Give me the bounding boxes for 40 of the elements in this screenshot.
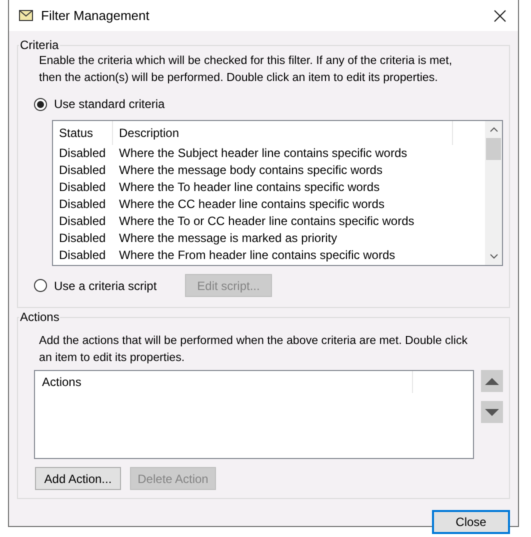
description-cell-text: Where the message is marked as priority (118, 230, 338, 247)
description-cell-text: Where the CC header line contains specific words (118, 196, 386, 213)
close-icon[interactable] (494, 10, 506, 22)
status-cell-text: Disabled (58, 230, 107, 247)
close-button[interactable]: Close (432, 510, 510, 534)
radio-label[interactable]: Use a criteria script (54, 278, 178, 292)
scroll-down-icon[interactable] (490, 254, 498, 259)
description-cell-text: Where the To or CC header line contains specific words (118, 213, 416, 230)
column-header[interactable]: Actions (35, 371, 413, 393)
radio-button[interactable] (34, 98, 47, 110)
scrollbar[interactable] (485, 121, 502, 265)
description-cell-text: Where the To header line contains specific words (118, 179, 381, 196)
window-title: Filter Management (41, 8, 150, 23)
status-cell-text: Disabled (58, 179, 107, 196)
radio-button[interactable] (34, 279, 47, 292)
add-action-button[interactable]: Add Action... (35, 467, 121, 490)
criteria-list[interactable] (52, 120, 503, 266)
description-cell-text: Where the message body contains specific words (118, 162, 384, 179)
status-cell-text: Disabled (58, 213, 107, 230)
status-cell-text: Disabled (58, 145, 107, 162)
status-cell-text: Disabled (58, 196, 107, 213)
column-header[interactable]: Status (53, 121, 113, 145)
description-cell-text: Where the Subject header line contains specific words (118, 145, 408, 162)
move-down-button[interactable] (481, 401, 503, 423)
move-up-button[interactable] (481, 370, 503, 392)
envelope-icon (19, 10, 33, 21)
group-title: Criteria (19, 38, 60, 52)
status-cell-text: Disabled (58, 247, 107, 264)
description-cell-text: Where the From header line contains specific words (118, 247, 396, 264)
actions-list[interactable]: Actions (34, 370, 474, 459)
group-title: Actions (19, 310, 60, 324)
scroll-up-icon[interactable] (490, 127, 498, 132)
up-arrow-icon (485, 378, 499, 384)
column-header[interactable]: Description (113, 121, 453, 145)
status-cell-text: Disabled (58, 162, 107, 179)
criteria-description: Enable the criteria which will be checked for this filter. If any of the criteria is met, then the action(s) will be performed. Double click an item to edit its properties. (39, 53, 454, 86)
actions-description: Add the actions that will be performed when the above criteria are met. Double click an item to edit its properties. (39, 333, 469, 366)
scroll-thumb[interactable] (486, 138, 501, 160)
down-arrow-icon (485, 408, 499, 416)
radio-label[interactable]: Use standard criteria (54, 97, 165, 111)
